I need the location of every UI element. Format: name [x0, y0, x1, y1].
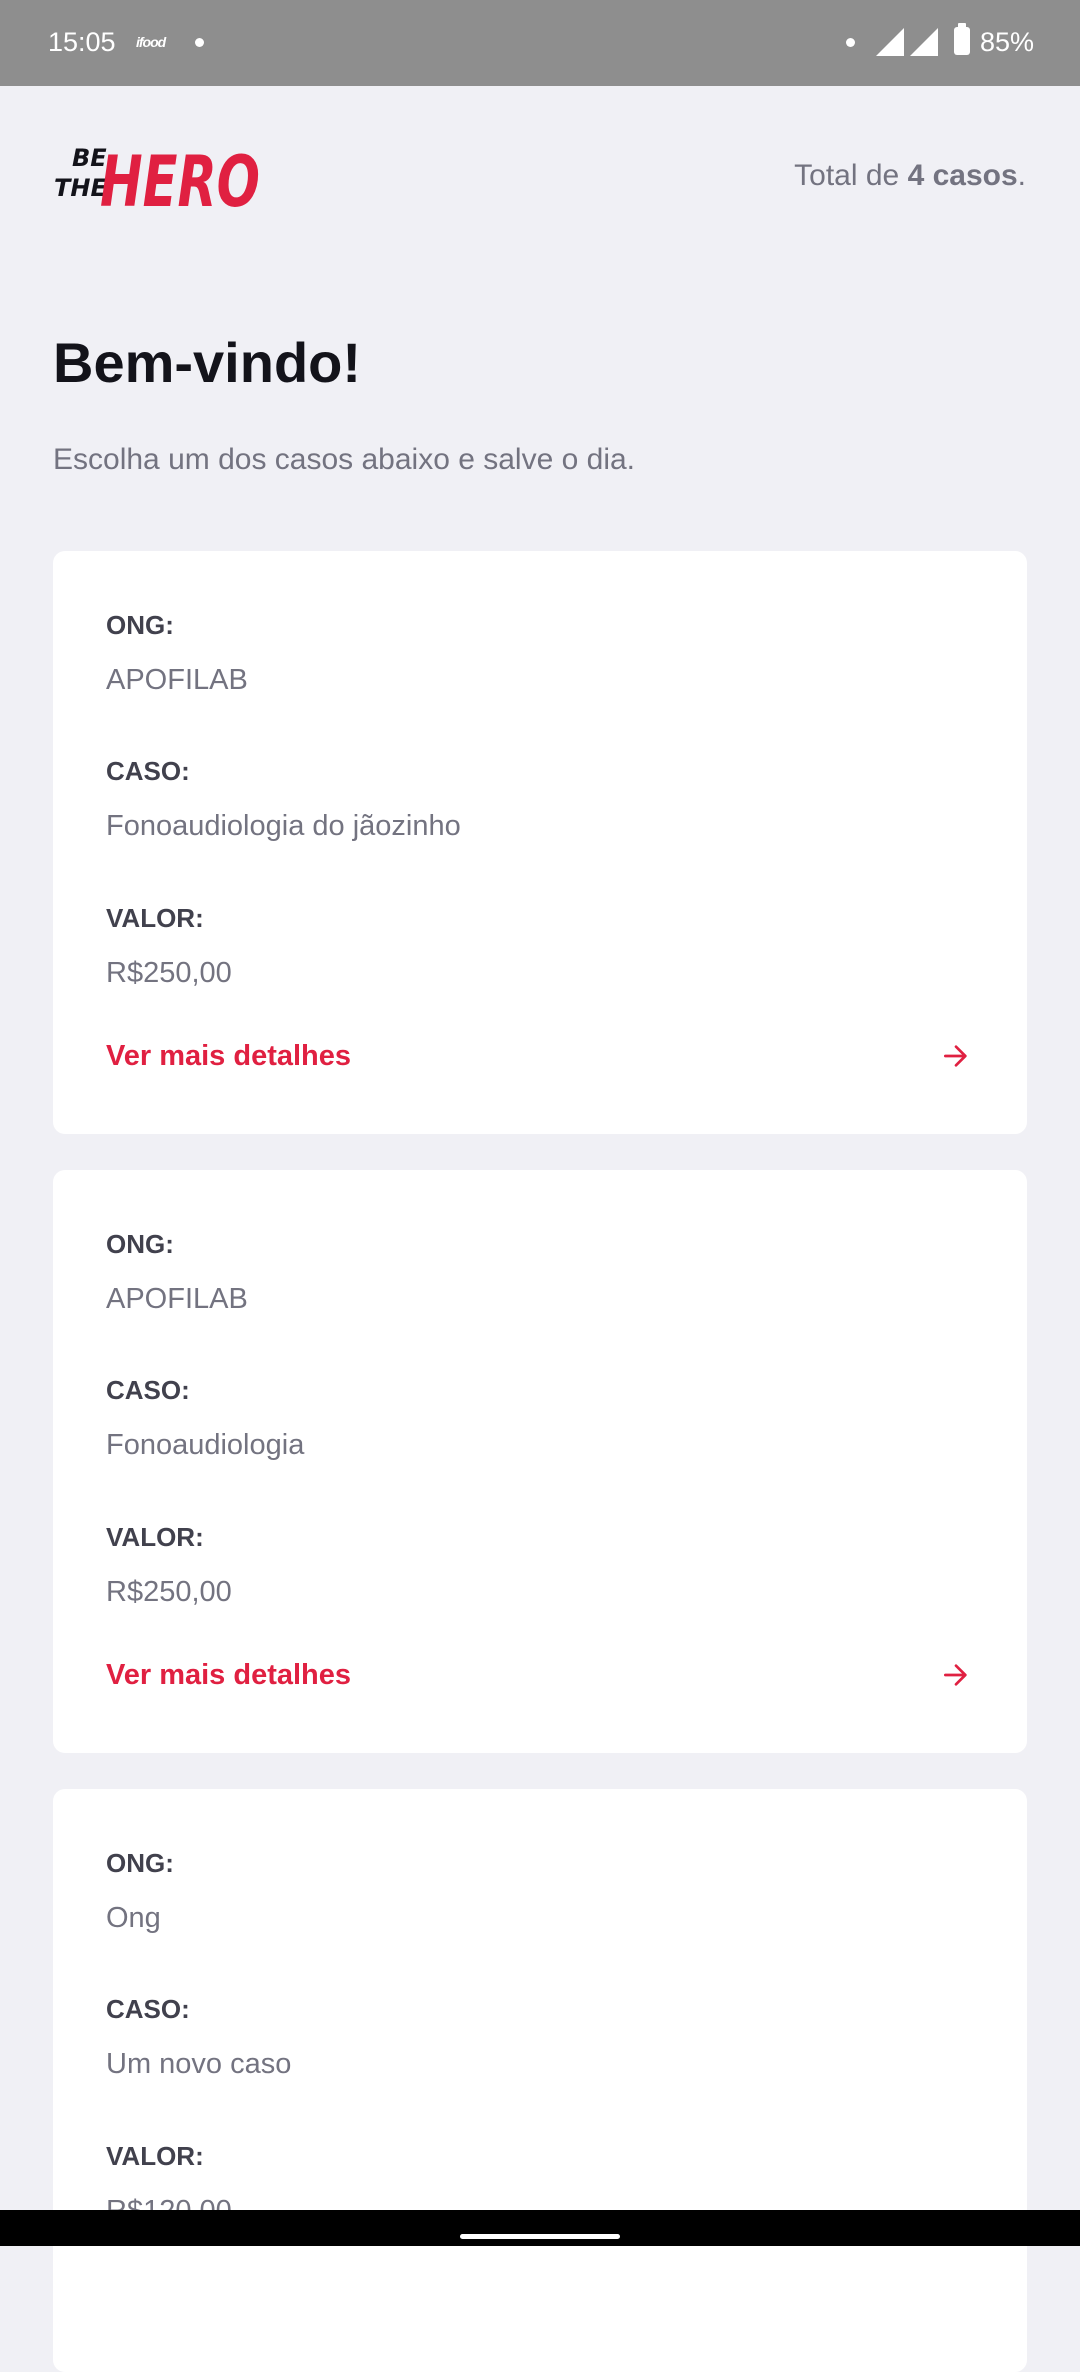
ong-value: APOFILAB	[106, 664, 248, 696]
incident-card: ONG: Ong CASO: Um novo caso VALOR: R$120…	[53, 1789, 1027, 2372]
valor-value: R$250,00	[106, 1576, 232, 1608]
ong-value: Ong	[106, 1902, 161, 1934]
caso-value: Fonoaudiologia do jãozinho	[106, 810, 461, 842]
valor-label: VALOR:	[106, 903, 204, 933]
wifi-signal-icon	[876, 28, 904, 56]
caso-value: Fonoaudiologia	[106, 1429, 305, 1461]
ong-value: APOFILAB	[106, 1283, 248, 1315]
logo-hero-text: HERO	[100, 141, 260, 220]
status-time: 15:05	[48, 27, 116, 57]
home-indicator[interactable]	[460, 2234, 620, 2239]
valor-label: VALOR:	[106, 1522, 204, 1552]
caso-label: CASO:	[106, 1994, 190, 2024]
incident-card: ONG: APOFILAB CASO: Fonoaudiologia do jã…	[53, 551, 1027, 1134]
details-button[interactable]: Ver mais detalhes	[106, 1034, 974, 1078]
cell-signal-icon	[910, 28, 938, 56]
total-cases-text: Total de 4 casos.	[794, 158, 1026, 194]
battery-icon	[954, 23, 970, 55]
status-bar: 15:05 ifood 85%	[0, 0, 1080, 86]
battery-percentage: 85%	[980, 27, 1035, 57]
details-label: Ver mais detalhes	[106, 1040, 352, 1072]
incident-card: ONG: APOFILAB CASO: Fonoaudiologia VALOR…	[53, 1170, 1027, 1753]
total-count: 4 casos	[907, 159, 1018, 192]
arrow-right-icon	[944, 1045, 967, 1067]
details-button[interactable]: Ver mais detalhes	[106, 1653, 974, 1697]
ong-label: ONG:	[106, 1229, 174, 1259]
notification-dot-icon	[195, 38, 204, 47]
notification-dot-icon	[846, 38, 855, 47]
total-suffix: .	[1017, 159, 1026, 192]
details-label: Ver mais detalhes	[106, 1659, 352, 1691]
ifood-notification-icon: ifood	[136, 34, 166, 50]
be-the-hero-logo: BE THE HERO	[54, 141, 260, 220]
valor-label: VALOR:	[106, 2141, 204, 2171]
caso-value: Um novo caso	[106, 2048, 292, 2080]
ong-label: ONG:	[106, 610, 174, 640]
page-subtitle: Escolha um dos casos abaixo e salve o di…	[53, 443, 635, 476]
arrow-right-icon	[944, 1664, 967, 1686]
caso-label: CASO:	[106, 756, 190, 786]
valor-value: R$250,00	[106, 957, 232, 989]
page-title: Bem-vindo!	[53, 331, 361, 394]
total-prefix: Total de	[794, 159, 908, 192]
ong-label: ONG:	[106, 1848, 174, 1878]
system-nav-bar	[0, 2210, 1080, 2246]
caso-label: CASO:	[106, 1375, 190, 1405]
